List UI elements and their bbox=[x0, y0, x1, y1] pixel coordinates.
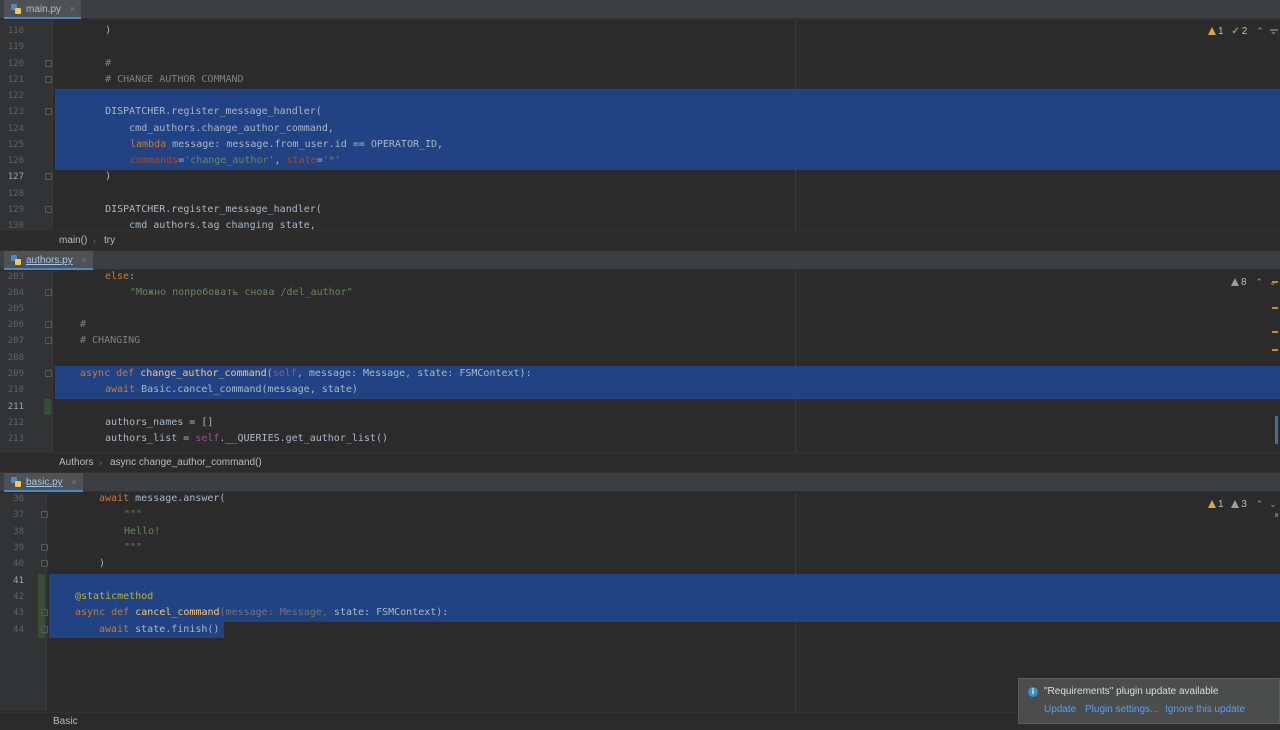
python-file-icon bbox=[11, 255, 21, 265]
tab-label: basic.py bbox=[26, 477, 63, 488]
breadcrumb-item[interactable]: main() bbox=[59, 231, 87, 250]
code-line: 213 authors_list = self.__QUERIES.get_aut… bbox=[7, 433, 388, 444]
code-line: 118 ) bbox=[7, 25, 112, 36]
code-line: 210 await Basic.cancel_command(message, s… bbox=[7, 384, 358, 395]
breadcrumb-item[interactable]: async change_author_command() bbox=[110, 453, 262, 472]
code-line: 42 @staticmethod bbox=[13, 591, 154, 602]
tab-close-icon[interactable]: × bbox=[71, 477, 76, 487]
code-line: 206 # bbox=[7, 319, 87, 330]
fold-icon[interactable] bbox=[45, 321, 52, 328]
editor-pane-main: main.py × 1 ✓ 2 ⌃ ⌄ 118 ) 119 120 # 121 # … bbox=[0, 0, 1280, 250]
code-editor[interactable]: 8 ⌃⌄ 203else: 204"Можно попробовать снов… bbox=[0, 271, 1280, 452]
fold-icon[interactable] bbox=[45, 289, 52, 296]
breadcrumb-item[interactable]: Basic bbox=[53, 713, 77, 730]
editor-pane-authors: authors.py × 8 ⌃⌄ 203else: 204"Можно поп… bbox=[0, 251, 1280, 472]
tab-authors-py[interactable]: authors.py × bbox=[4, 251, 93, 270]
fold-icon[interactable] bbox=[45, 108, 52, 115]
code-line: 119 bbox=[7, 42, 24, 52]
info-icon: i bbox=[1028, 687, 1038, 697]
tab-bar: authors.py × bbox=[0, 251, 1280, 270]
code-line: 36 await message.answer( bbox=[13, 493, 226, 504]
code-line: 204 "Можно попробовать снова /del_author" bbox=[7, 287, 353, 298]
update-link[interactable]: Update bbox=[1044, 704, 1076, 715]
code-line: 120 # bbox=[7, 58, 112, 69]
tab-basic-py[interactable]: basic.py × bbox=[4, 473, 83, 492]
code-line: 44 await state.finish() bbox=[13, 624, 220, 635]
code-line: 129 DISPATCHER.register_message_handler( bbox=[7, 204, 322, 215]
code-line: 40) bbox=[13, 558, 106, 569]
code-line: 122 bbox=[7, 91, 24, 101]
breadcrumb: main() › try bbox=[0, 230, 1280, 250]
fold-icon[interactable] bbox=[41, 511, 48, 518]
breadcrumb: Authors › async change_author_command() bbox=[0, 452, 1280, 472]
code-line: 208 bbox=[7, 353, 24, 363]
plugin-settings-link[interactable]: Plugin settings... bbox=[1085, 704, 1158, 715]
code-line: 211 bbox=[7, 402, 24, 412]
tab-bar: main.py × bbox=[0, 0, 1280, 19]
tab-close-icon[interactable]: × bbox=[81, 255, 86, 265]
code-line: 205 bbox=[7, 304, 24, 314]
chevron-right-icon: › bbox=[99, 458, 102, 468]
code-line: 38 Hello! bbox=[13, 526, 161, 537]
tab-bar: basic.py × bbox=[0, 473, 1280, 492]
code-line: 41 bbox=[13, 576, 24, 586]
notification-title: "Requirements" plugin update available bbox=[1044, 686, 1219, 697]
code-line: 207 # CHANGING bbox=[7, 335, 141, 346]
code-line: 128 bbox=[7, 189, 24, 199]
tab-main-py[interactable]: main.py × bbox=[4, 0, 82, 19]
fold-icon[interactable] bbox=[41, 560, 48, 567]
code-line: 39 """ bbox=[13, 542, 143, 553]
tab-label: authors.py bbox=[26, 255, 73, 266]
breadcrumb-item[interactable]: try bbox=[104, 231, 115, 250]
fold-icon[interactable] bbox=[45, 206, 52, 213]
python-file-icon bbox=[11, 477, 21, 487]
tab-label: main.py bbox=[26, 4, 62, 15]
code-line: 203 else: bbox=[7, 271, 136, 282]
code-line: 123 DISPATCHER.register_message_handler( bbox=[7, 106, 322, 117]
python-file-icon bbox=[11, 4, 21, 14]
code-line: 212 authors_names = [] bbox=[7, 417, 214, 428]
code-line: 124 cmd_authors.change_author_command, bbox=[7, 123, 334, 134]
ignore-update-link[interactable]: Ignore this update bbox=[1165, 704, 1245, 715]
fold-icon[interactable] bbox=[41, 626, 48, 633]
code-line: 209 async def change_author_command(self,… bbox=[7, 368, 532, 379]
fold-icon[interactable] bbox=[45, 173, 52, 180]
fold-icon[interactable] bbox=[41, 609, 48, 616]
breadcrumb-item[interactable]: Authors bbox=[59, 453, 93, 472]
fold-icon[interactable] bbox=[45, 60, 52, 67]
fold-icon[interactable] bbox=[45, 337, 52, 344]
fold-icon[interactable] bbox=[41, 544, 48, 551]
tab-close-icon[interactable]: × bbox=[70, 4, 75, 14]
fold-icon[interactable] bbox=[45, 370, 52, 377]
code-line: 127 ) bbox=[7, 171, 112, 182]
code-line: 121 # CHANGE AUTHOR COMMAND bbox=[7, 74, 244, 85]
code-line: 37 """ bbox=[13, 509, 143, 520]
code-line: 126 commands='change_author', state='*' bbox=[7, 155, 341, 166]
code-line: 43 async def cancel_command(message: Mess… bbox=[13, 607, 449, 618]
plugin-update-notification: i "Requirements" plugin update available… bbox=[1018, 678, 1280, 724]
fold-icon[interactable] bbox=[45, 76, 52, 83]
code-line: 125 lambda message: message.from_user.id … bbox=[7, 139, 444, 150]
code-editor[interactable]: 1 ✓ 2 ⌃ ⌄ 118 ) 119 120 # 121 # CHANGE AUT… bbox=[0, 20, 1280, 231]
chevron-right-icon: › bbox=[93, 236, 96, 246]
